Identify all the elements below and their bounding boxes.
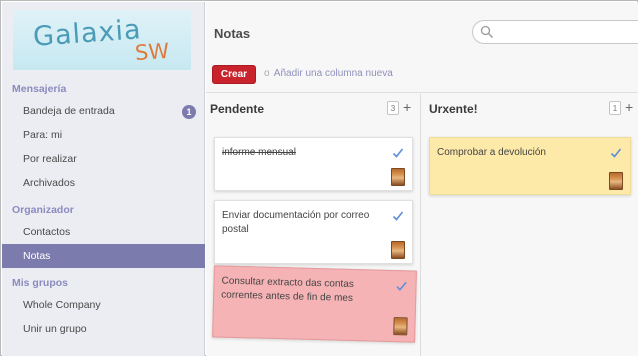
app-window: Galaxia SW Mensajería Bandeja de entrada… (0, 0, 638, 356)
main-content: Notas Crear o Añadir una columna nueva P… (206, 2, 638, 356)
avatar (609, 172, 623, 190)
kanban-column-urxente: Urxente! 1 + Comprobar a devolución (420, 94, 638, 356)
add-note-button[interactable]: + (403, 99, 411, 115)
note-text: Comprobar a devolución (437, 147, 546, 158)
create-button[interactable]: Crear (212, 65, 256, 84)
kanban-column-pendente: Pendente 3 + informe mensual Enviar docu… (206, 94, 418, 356)
toolbar-divider (206, 92, 638, 93)
sidebar-item-label: Notas (23, 250, 51, 262)
column-title: Pendente (210, 102, 265, 116)
sidebar: Galaxia SW Mensajería Bandeja de entrada… (2, 2, 205, 356)
sidebar-item-bandeja-de-entrada[interactable]: Bandeja de entrada 1 (2, 99, 205, 123)
sidebar-heading-mis-grupos: Mis grupos (12, 277, 69, 289)
sidebar-item-label: Archivados (23, 177, 75, 189)
sidebar-item-label: Por realizar (23, 153, 77, 165)
note-text: Consultar extracto das contas correntes … (221, 275, 354, 305)
checkmark-icon[interactable] (392, 210, 404, 222)
sidebar-item-archivados[interactable]: Archivados (2, 171, 205, 195)
sidebar-heading-organizador: Organizador (12, 204, 74, 216)
sidebar-item-whole-company[interactable]: Whole Company (2, 293, 205, 317)
note-card[interactable]: Consultar extracto das contas correntes … (212, 265, 417, 343)
sidebar-item-label: Contactos (23, 226, 71, 238)
sidebar-item-label: Bandeja de entrada (23, 105, 115, 117)
avatar (393, 317, 408, 336)
add-column-link[interactable]: Añadir una columna nueva (274, 68, 393, 79)
sidebar-item-label: Unir un grupo (23, 323, 87, 335)
column-title: Urxente! (429, 102, 478, 116)
logo-main-text: Galaxia (32, 14, 143, 53)
checkmark-icon[interactable] (395, 280, 407, 292)
search-input[interactable] (472, 20, 638, 44)
sidebar-item-notas[interactable]: Notas (2, 244, 205, 268)
note-card[interactable]: Enviar documentación por correo postal (214, 200, 413, 264)
note-card[interactable]: Comprobar a devolución (429, 137, 631, 195)
sidebar-heading-mensajeria: Mensajería (12, 83, 67, 95)
column-count-badge: 3 (387, 101, 399, 115)
sidebar-item-unir-un-grupo[interactable]: Unir un grupo (2, 317, 205, 341)
column-count-badge: 1 (609, 101, 621, 115)
or-text: o (264, 68, 270, 79)
note-text: informe mensual (222, 147, 296, 158)
unread-count-badge: 1 (182, 105, 196, 119)
note-text: Enviar documentación por correo postal (222, 210, 370, 235)
avatar (391, 168, 405, 186)
add-column-link-wrapper: o Añadir una columna nueva (264, 68, 393, 79)
page-title: Notas (214, 26, 251, 41)
sidebar-item-label: Para: mi (23, 129, 63, 141)
add-note-button[interactable]: + (625, 99, 633, 115)
avatar (391, 241, 405, 259)
galaxia-sw-logo[interactable]: Galaxia SW (13, 10, 191, 70)
sidebar-item-label: Whole Company (23, 299, 101, 311)
sidebar-nav: Mensajería Bandeja de entrada 1 Para: mi… (2, 74, 205, 341)
search-icon (480, 25, 493, 38)
note-card[interactable]: informe mensual (214, 137, 413, 191)
sidebar-item-por-realizar[interactable]: Por realizar (2, 147, 205, 171)
sidebar-item-para-mi[interactable]: Para: mi (2, 123, 205, 147)
logo-sub-text: SW (134, 38, 170, 66)
checkmark-icon[interactable] (392, 147, 404, 159)
sidebar-item-contactos[interactable]: Contactos (2, 220, 205, 244)
checkmark-icon[interactable] (610, 147, 622, 159)
